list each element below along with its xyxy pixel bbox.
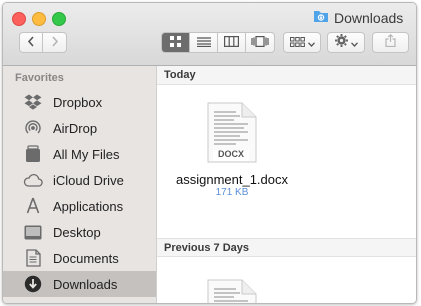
share-icon	[385, 33, 396, 52]
sidebar: Favorites Dropbox AirDrop All My Files i…	[3, 66, 157, 303]
section-header-previous-7-days: Previous 7 Days	[157, 238, 416, 257]
list-view-button[interactable]	[190, 33, 218, 52]
file-icon	[204, 279, 258, 303]
chevron-down-icon	[307, 34, 315, 52]
share-button[interactable]	[372, 32, 409, 53]
list-icon	[196, 34, 211, 52]
cover-flow-button[interactable]	[246, 33, 274, 52]
finder-window: Downloads Favorites Dropbox AirDrop All …	[2, 2, 417, 304]
sidebar-item-label: All My Files	[53, 146, 120, 162]
file-browser: Today DOCX assignment_1.docx 171 KB Prev…	[157, 66, 416, 303]
icon-view-button[interactable]	[162, 33, 190, 52]
sidebar-item-downloads[interactable]: Downloads	[3, 271, 156, 297]
cloud-icon	[23, 170, 43, 190]
title-bar: Downloads	[3, 3, 416, 66]
columns-icon	[224, 34, 240, 52]
sidebar-item-label: Downloads	[53, 276, 118, 292]
action-menu-button[interactable]	[327, 32, 365, 53]
dropbox-icon	[23, 92, 43, 112]
grid-icon	[170, 34, 181, 52]
sidebar-item-label: iCloud Drive	[53, 172, 124, 188]
file-name: assignment_1.docx	[175, 172, 288, 187]
close-button[interactable]	[12, 12, 26, 26]
cover-flow-icon	[251, 34, 269, 52]
sidebar-heading: Favorites	[15, 72, 64, 84]
forward-button[interactable]	[42, 32, 67, 53]
desktop-icon	[23, 222, 43, 242]
documents-icon	[23, 248, 43, 268]
airdrop-icon	[23, 118, 43, 138]
view-mode-control[interactable]	[161, 32, 275, 53]
file-item-partial[interactable]	[204, 279, 258, 303]
sidebar-item-airdrop[interactable]: AirDrop	[3, 115, 156, 141]
sidebar-item-desktop[interactable]: Desktop	[3, 219, 156, 245]
sidebar-item-label: Documents	[53, 250, 119, 266]
column-view-button[interactable]	[218, 33, 246, 52]
sidebar-item-applications[interactable]: Applications	[3, 193, 156, 219]
all-files-icon	[23, 144, 43, 164]
sidebar-item-dropbox[interactable]: Dropbox	[3, 89, 156, 115]
sidebar-item-label: AirDrop	[53, 120, 98, 136]
sidebar-item-label: Dropbox	[53, 94, 103, 110]
group-by-button[interactable]	[283, 32, 321, 53]
downloads-icon	[23, 274, 43, 294]
sidebar-item-label: Desktop	[53, 224, 101, 240]
sidebar-item-documents[interactable]: Documents	[3, 245, 156, 271]
chevron-left-icon	[27, 34, 35, 52]
minimize-button[interactable]	[32, 12, 46, 26]
window-title: Downloads	[313, 9, 403, 27]
chevron-right-icon	[51, 34, 59, 52]
group-icon	[289, 34, 305, 52]
window-title-text: Downloads	[334, 10, 404, 26]
chevron-down-icon	[350, 34, 358, 52]
back-button[interactable]	[19, 32, 43, 53]
section-header-today: Today	[157, 66, 416, 85]
section-title: Previous 7 Days	[164, 242, 249, 254]
docx-file-icon: DOCX	[204, 102, 258, 169]
applications-icon	[23, 196, 43, 216]
gear-icon	[334, 33, 348, 52]
sidebar-item-all-my-files[interactable]: All My Files	[3, 141, 156, 167]
folder-icon	[313, 9, 329, 28]
sidebar-item-icloud-drive[interactable]: iCloud Drive	[3, 167, 156, 193]
sidebar-item-label: Applications	[53, 198, 124, 214]
section-title: Today	[164, 69, 196, 81]
file-size: 171 KB	[215, 187, 249, 198]
zoom-button[interactable]	[52, 12, 66, 26]
file-type-badge: DOCX	[217, 149, 244, 159]
